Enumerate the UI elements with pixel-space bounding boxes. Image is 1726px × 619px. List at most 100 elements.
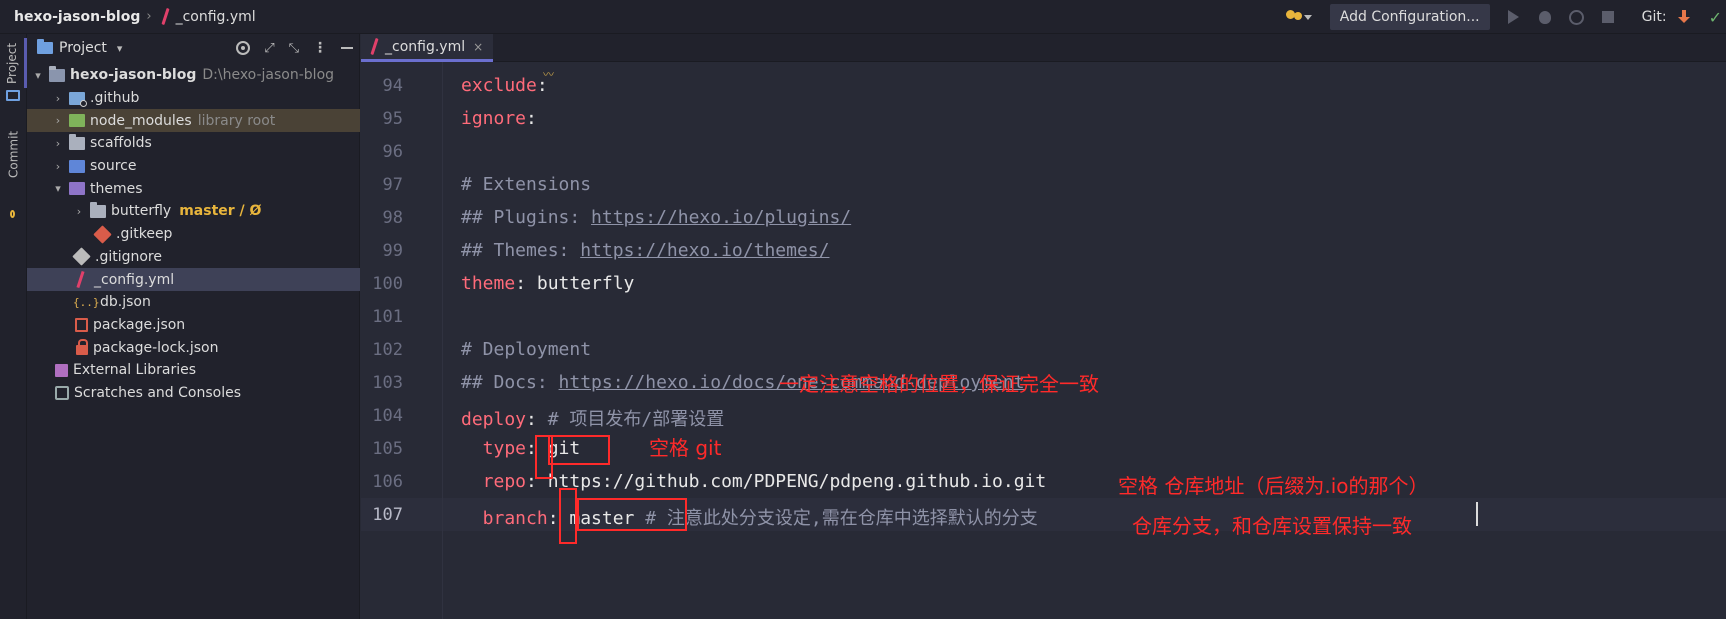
run-icon[interactable] <box>1507 10 1519 24</box>
panel-tools: ⤢ ⤡ ⋮ <box>236 34 353 62</box>
commit-tool-tab[interactable]: Commit <box>0 124 27 184</box>
tree-item-label: .github <box>90 90 140 107</box>
chevron-right-icon[interactable]: › <box>51 92 65 105</box>
json-file-icon: {..} <box>73 295 100 309</box>
toolbar-right: Add Configuration... Git: ✓ <box>1282 0 1726 34</box>
project-panel: Project ▾ ⤢ ⤡ ⋮ ▾ hexo-jason-blog D:\hex… <box>27 34 360 619</box>
code-line: branch: master # 注意此处分支设定,需在仓库中选择默认的分支 <box>461 508 1038 529</box>
options-icon[interactable]: ⋮ <box>313 40 327 56</box>
tab-config-yml[interactable]: _config.yml × <box>361 34 494 62</box>
code-line: # Deployment <box>461 339 592 360</box>
tree-item-scratches[interactable]: Scratches and Consoles <box>27 382 360 405</box>
debug-icon[interactable] <box>1538 10 1551 24</box>
code-line: # Extensions <box>461 174 592 195</box>
git-commit-icon[interactable]: ✓ <box>1709 8 1722 27</box>
git-branch-badge: master / Ø <box>179 203 262 220</box>
coverage-icon[interactable] <box>1568 9 1584 25</box>
github-folder-icon <box>69 91 87 107</box>
chevron-down-icon[interactable]: ▾ <box>51 182 65 195</box>
breadcrumb-separator: › <box>146 9 152 24</box>
code-line: ## Themes: https://hexo.io/themes/ <box>461 240 830 261</box>
library-folder-icon <box>69 114 85 128</box>
tree-item-scaffolds[interactable]: › scaffolds <box>27 132 360 155</box>
project-view-selector[interactable]: Project <box>59 40 107 56</box>
text-caret <box>1476 502 1478 526</box>
line-number: 99 <box>382 241 403 261</box>
chevron-down-icon[interactable]: ▾ <box>31 69 45 82</box>
line-number: 101 <box>372 307 403 327</box>
tree-item-source[interactable]: › source <box>27 155 360 178</box>
tree-item-node-modules[interactable]: › node_modules library root <box>27 109 360 133</box>
chevron-right-icon[interactable]: › <box>51 137 65 150</box>
tree-item-label: .gitignore <box>95 248 162 265</box>
tree-item-package-lock[interactable]: package-lock.json <box>27 336 360 359</box>
tree-item-gitkeep[interactable]: .gitkeep <box>27 223 360 246</box>
editor-tab-bar: _config.yml × <box>361 34 1726 62</box>
tree-item-label: node_modules <box>90 112 192 129</box>
tree-item-gitignore[interactable]: .gitignore <box>27 246 360 269</box>
git-update-icon[interactable] <box>1677 9 1691 25</box>
yaml-file-icon <box>158 7 172 27</box>
annotation-box <box>559 488 577 544</box>
link[interactable]: https://hexo.io/plugins/ <box>591 207 851 228</box>
yaml-file-icon <box>73 273 89 286</box>
library-icon <box>55 363 68 377</box>
gitignore-file-icon <box>72 247 91 267</box>
tree-item-label: themes <box>90 180 143 197</box>
tree-item-root[interactable]: ▾ hexo-jason-blog D:\hexo-jason-blog <box>27 64 360 87</box>
close-icon[interactable]: × <box>473 40 483 54</box>
folder-icon <box>90 201 106 218</box>
tree-item-label: External Libraries <box>73 362 196 379</box>
tool-window-strip: Project Commit <box>0 34 27 619</box>
annotation-box <box>577 498 687 531</box>
breadcrumb-file[interactable]: _config.yml <box>176 9 256 25</box>
line-number: 106 <box>372 472 403 492</box>
chevron-right-icon[interactable]: › <box>72 205 86 218</box>
lock-file-icon <box>76 338 88 355</box>
commit-icon <box>10 210 15 218</box>
line-number: 95 <box>382 109 403 129</box>
code-line: theme: butterfly <box>461 273 635 294</box>
breadcrumb-project[interactable]: hexo-jason-blog <box>14 9 140 25</box>
tree-item-butterfly[interactable]: › butterfly master / Ø <box>27 200 360 223</box>
link[interactable]: https://hexo.io/themes/ <box>580 240 829 261</box>
stop-icon[interactable] <box>1601 11 1614 23</box>
expand-all-icon[interactable]: ⤢ <box>264 41 274 56</box>
tree-item-external-libraries[interactable]: External Libraries <box>27 359 360 382</box>
line-number: 105 <box>372 439 403 459</box>
tree-item-label: Scratches and Consoles <box>74 384 241 401</box>
code-editor[interactable]: 〰 94 95 96 97 98 99 100 101 102 103 104 … <box>361 62 1726 619</box>
library-root-hint: library root <box>197 112 276 129</box>
chevron-down-icon[interactable]: ▾ <box>117 42 123 55</box>
code-with-me-icon[interactable] <box>1282 7 1312 27</box>
line-number: 98 <box>382 208 403 228</box>
tree-item-themes[interactable]: ▾ themes <box>27 177 360 200</box>
chevron-right-icon[interactable]: › <box>51 114 65 127</box>
tree-item-package-json[interactable]: package.json <box>27 314 360 337</box>
add-configuration-button[interactable]: Add Configuration... <box>1329 4 1490 30</box>
git-label: Git: <box>1641 9 1667 25</box>
tree-item-db-json[interactable]: {..} db.json <box>27 291 360 314</box>
tree-item-label: package-lock.json <box>93 339 219 356</box>
annotation-box <box>548 435 610 465</box>
git-file-icon <box>93 224 112 244</box>
code-line: deploy: # 项目发布/部署设置 <box>461 409 725 430</box>
line-number: 107 <box>372 505 403 525</box>
locate-icon[interactable] <box>236 41 251 55</box>
tree-item-label: butterfly <box>111 203 172 220</box>
project-tool-tab[interactable]: Project <box>0 38 27 88</box>
tree-item-label: hexo-jason-blog <box>70 67 197 84</box>
tree-item-github[interactable]: › .github <box>27 87 360 110</box>
folder-icon <box>37 39 53 54</box>
yaml-file-icon <box>367 37 381 57</box>
tab-label: _config.yml <box>385 38 466 55</box>
annotation-text: 一定注意空格的位置，保证完全一致 <box>779 372 1099 396</box>
tree-item-config-yml[interactable]: _config.yml <box>27 268 360 291</box>
project-panel-header: Project ▾ ⤢ ⤡ ⋮ <box>27 34 359 62</box>
hide-panel-icon[interactable] <box>341 47 353 49</box>
code-line: ignore: <box>461 108 537 129</box>
chevron-right-icon[interactable]: › <box>51 160 65 173</box>
collapse-all-icon[interactable]: ⤡ <box>289 41 299 56</box>
tree-item-label: scaffolds <box>90 135 152 152</box>
line-number: 96 <box>382 142 403 162</box>
